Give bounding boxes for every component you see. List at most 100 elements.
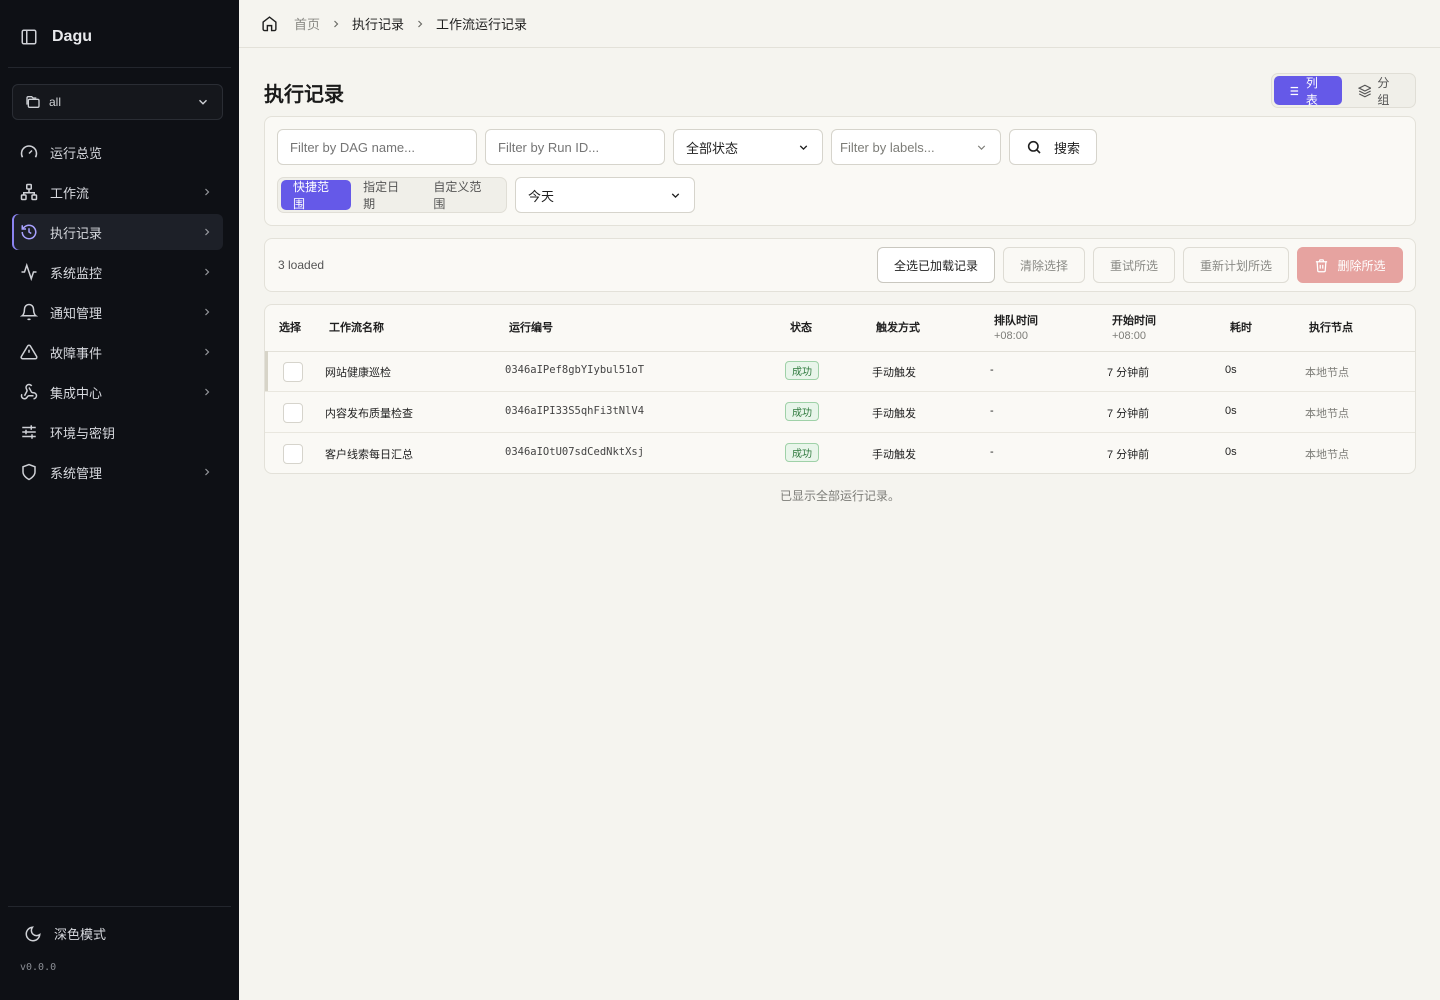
row-node: 本地节点 — [1305, 367, 1349, 379]
sidebar-item-label: 通知管理 — [50, 305, 103, 321]
row-queued: - — [990, 364, 994, 376]
chevron-down-icon — [199, 99, 207, 105]
column-header-queued-label: 排队时间 — [994, 315, 1038, 327]
run-id-input[interactable] — [485, 129, 665, 165]
column-header-node[interactable]: 执行节点 — [1309, 321, 1353, 336]
row-started: 7 分钟前 — [1107, 367, 1150, 379]
row-started: 7 分钟前 — [1107, 449, 1150, 461]
row-duration: 0s — [1225, 364, 1237, 376]
row-trigger: 手动触发 — [872, 367, 916, 379]
tab-custom-range[interactable]: 自定义范围 — [421, 180, 503, 211]
row-duration: 0s — [1225, 446, 1237, 458]
delete-selected-label: 删除所选 — [1337, 258, 1386, 273]
row-started: 7 分钟前 — [1107, 408, 1150, 420]
sidebar-item-overview[interactable]: 运行总览 — [12, 134, 223, 170]
labels-filter[interactable]: Filter by labels... — [831, 129, 1001, 165]
sidebar-item-label: 系统管理 — [50, 465, 103, 481]
brand-name: Dagu — [52, 28, 92, 45]
status-select[interactable]: 全部状态 — [673, 129, 823, 165]
sidebar-item-integrations[interactable]: 集成中心 — [12, 374, 223, 410]
row-node: 本地节点 — [1305, 408, 1349, 420]
row-queued: - — [990, 405, 994, 417]
sidebar-item-label: 执行记录 — [50, 225, 103, 241]
shield-icon — [22, 463, 36, 481]
runs-table: 选择 工作流名称 运行编号 状态 触发方式 排队时间 +08:00 开始时间 +… — [264, 304, 1416, 474]
column-header-trigger[interactable]: 触发方式 — [876, 321, 920, 336]
sidebar-item-runs[interactable]: 执行记录 — [12, 214, 223, 250]
sidebar-item-label: 故障事件 — [50, 345, 103, 361]
row-checkbox[interactable] — [283, 444, 303, 464]
history-icon — [21, 224, 37, 240]
breadcrumb-home[interactable]: 首页 — [294, 14, 320, 33]
folders-icon — [26, 96, 40, 108]
search-button-label: 搜索 — [1053, 140, 1080, 156]
tab-quick-range[interactable]: 快捷范围 — [281, 180, 352, 211]
alert-icon — [20, 344, 38, 360]
quick-range-select[interactable]: 今天 — [515, 177, 695, 213]
row-run-id[interactable]: 0346aIOtU07sdCedNktXsj — [505, 446, 644, 458]
breadcrumb-current: 工作流运行记录 — [436, 17, 528, 32]
delete-selected-button[interactable]: 删除所选 — [1297, 247, 1403, 283]
column-header-run-id[interactable]: 运行编号 — [509, 321, 553, 336]
search-button[interactable]: 搜索 — [1009, 129, 1097, 165]
row-run-id[interactable]: 0346aIPef8gbYIybul51oT — [505, 364, 644, 376]
row-checkbox[interactable] — [283, 362, 303, 382]
sliders-icon — [22, 425, 36, 439]
sidebar-divider — [8, 906, 231, 907]
reschedule-selected-button[interactable]: 重新计划所选 — [1183, 247, 1289, 283]
row-dag-name[interactable]: 客户线索每日汇总 — [325, 446, 413, 462]
column-header-status[interactable]: 状态 — [790, 321, 812, 336]
sidebar-item-monitoring[interactable]: 系统监控 — [12, 254, 223, 290]
row-node: 本地节点 — [1305, 449, 1349, 461]
column-header-name[interactable]: 工作流名称 — [329, 321, 384, 336]
table-row[interactable]: 客户线索每日汇总 0346aIOtU07sdCedNktXsj 成功 手动触发 … — [265, 433, 1415, 473]
view-toggle: 列表 分组 — [1271, 73, 1416, 108]
select-all-button[interactable]: 全选已加载记录 — [877, 247, 995, 283]
panel-toggle-icon[interactable] — [20, 28, 38, 46]
breadcrumb-section[interactable]: 执行记录 — [352, 14, 404, 33]
quick-range-value: 今天 — [528, 188, 555, 204]
sidebar-item-workflows[interactable]: 工作流 — [12, 174, 223, 210]
sidebar-item-admin[interactable]: 系统管理 — [12, 454, 223, 490]
column-header-queued-tz: +08:00 — [994, 330, 1028, 342]
row-checkbox[interactable] — [283, 403, 303, 423]
bell-icon — [20, 303, 38, 321]
date-range-tabs: 快捷范围 指定日期 自定义范围 — [277, 177, 507, 213]
group-view-button[interactable]: 分组 — [1346, 75, 1414, 107]
chevron-down-icon — [977, 144, 986, 150]
row-dag-name[interactable]: 内容发布质量检查 — [325, 405, 413, 421]
sidebar-item-incidents[interactable]: 故障事件 — [12, 334, 223, 370]
group-view-label: 分组 — [1377, 75, 1390, 107]
column-header-queued[interactable]: 排队时间 +08:00 — [994, 314, 1038, 344]
column-header-started[interactable]: 开始时间 +08:00 — [1112, 314, 1156, 344]
brand[interactable]: Dagu — [20, 28, 92, 46]
list-icon — [1287, 86, 1299, 95]
bulk-action-bar: 3 loaded 全选已加载记录 清除选择 重试所选 重新计划所选 删除所选 — [264, 238, 1416, 292]
table-row[interactable]: 内容发布质量检查 0346aIPI33S5qhFi3tNlV4 成功 手动触发 … — [265, 392, 1415, 433]
chevron-right-icon — [205, 268, 210, 276]
clear-selection-button[interactable]: 清除选择 — [1003, 247, 1085, 283]
labels-filter-placeholder: Filter by labels... — [840, 139, 935, 155]
row-dag-name[interactable]: 网站健康巡检 — [325, 364, 391, 380]
page-title: 执行记录 — [264, 84, 344, 106]
dag-name-input[interactable] — [277, 129, 477, 165]
list-view-label: 列表 — [1305, 75, 1318, 107]
retry-selected-button[interactable]: 重试所选 — [1093, 247, 1175, 283]
column-header-duration[interactable]: 耗时 — [1230, 321, 1252, 336]
row-run-id[interactable]: 0346aIPI33S5qhFi3tNlV4 — [505, 405, 644, 417]
sidebar-item-env-secrets[interactable]: 环境与密钥 — [12, 414, 223, 450]
dark-mode-toggle[interactable]: 深色模式 — [24, 924, 106, 943]
tab-specific-date[interactable]: 指定日期 — [351, 180, 421, 211]
home-icon[interactable] — [261, 15, 278, 32]
sidebar-nav: 运行总览 工作流 执行记录 系统监控 通知管理 故障事件 集成中心 环境与密钥 … — [12, 134, 223, 494]
namespace-select[interactable]: all — [12, 84, 223, 120]
chevron-down-icon — [671, 192, 680, 198]
chevron-down-icon — [799, 144, 808, 150]
sidebar: Dagu all 运行总览 工作流 执行记录 系统监控 通知管理 故障事件 集成… — [0, 0, 239, 1000]
webhook-icon — [20, 383, 38, 400]
row-trigger: 手动触发 — [872, 408, 916, 420]
table-row[interactable]: 网站健康巡检 0346aIPef8gbYIybul51oT 成功 手动触发 - … — [265, 351, 1415, 392]
sidebar-divider — [8, 67, 231, 68]
sidebar-item-notifications[interactable]: 通知管理 — [12, 294, 223, 330]
list-view-button[interactable]: 列表 — [1274, 75, 1342, 107]
